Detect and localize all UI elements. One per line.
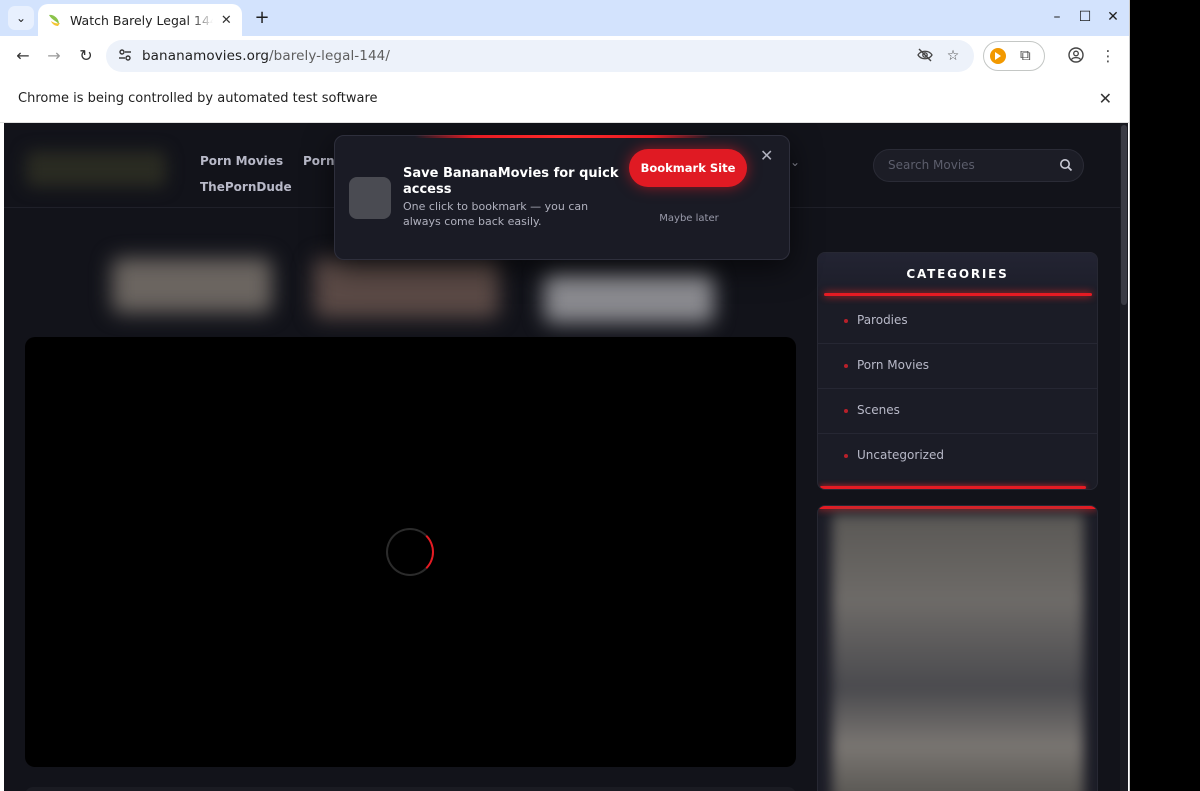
minimize-button[interactable]: – <box>1047 9 1067 25</box>
chevron-down-icon[interactable]: ⌄ <box>790 155 800 169</box>
bullet-icon <box>844 454 848 458</box>
tab-search-button[interactable]: ⌄ <box>8 6 34 30</box>
category-item-uncategorized[interactable]: Uncategorized <box>818 434 1097 479</box>
tab-close-icon[interactable]: ✕ <box>219 13 234 28</box>
bullet-icon <box>844 319 848 323</box>
category-item-parodies[interactable]: Parodies <box>818 299 1097 344</box>
blurred-ad-image[interactable] <box>832 514 1084 791</box>
loading-spinner-icon <box>386 528 434 576</box>
forward-arrow-icon[interactable]: → <box>43 45 65 67</box>
sidebar-ad[interactable] <box>817 505 1098 791</box>
accent-line <box>415 135 711 138</box>
tab-active[interactable]: Watch Barely Legal 144 P ✕ <box>38 4 242 36</box>
site-icon <box>349 177 391 219</box>
address-bar[interactable]: bananamovies.org/barely-legal-144/ ☆ <box>106 40 974 72</box>
accent-line <box>818 506 1097 509</box>
video-player[interactable] <box>25 337 796 767</box>
category-label: Scenes <box>857 403 900 417</box>
below-player-panel <box>25 787 796 791</box>
profile-icon[interactable] <box>1066 47 1086 67</box>
scrollbar[interactable] <box>1120 123 1128 791</box>
nav-porn[interactable]: Porn <box>303 154 335 168</box>
puzzle-icon[interactable]: ⧉ <box>1020 46 1031 64</box>
menu-kebab-icon[interactable]: ⋮ <box>1098 47 1118 65</box>
bullet-icon <box>844 409 848 413</box>
reload-icon[interactable]: ↻ <box>75 45 97 67</box>
close-icon[interactable]: ✕ <box>760 146 773 165</box>
infobar-message: Chrome is being controlled by automated … <box>18 91 378 106</box>
url-text: bananamovies.org/barely-legal-144/ <box>142 48 390 64</box>
search-box <box>873 149 1084 182</box>
tab-title: Watch Barely Legal 144 P <box>70 12 213 28</box>
site-logo[interactable] <box>26 151 166 187</box>
site-info-icon[interactable] <box>116 47 134 65</box>
eye-off-icon[interactable] <box>916 47 934 65</box>
bookmark-popup: Save BananaMovies for quick access One c… <box>334 135 790 260</box>
scrollbar-thumb[interactable] <box>1121 125 1127 305</box>
browser-toolbar: ← → ↻ bananamovies.org/barely-legal-144/… <box>0 36 1129 76</box>
popup-title: Save BananaMovies for quick access <box>403 166 619 197</box>
extensions-group: ⧉ <box>983 41 1045 71</box>
url-domain: bananamovies.org <box>142 48 270 64</box>
maybe-later-button[interactable]: Maybe later <box>639 206 739 232</box>
bookmark-site-button[interactable]: Bookmark Site <box>629 149 747 187</box>
maximize-button[interactable]: ☐ <box>1075 9 1095 25</box>
popup-subtitle: One click to bookmark — you can always c… <box>403 200 589 228</box>
category-item-scenes[interactable]: Scenes <box>818 389 1097 434</box>
categories-header: CATEGORIES <box>818 253 1097 296</box>
page-viewport: Porn Movies Porn ThePornDude ⌄ CATEGORIE… <box>4 123 1128 791</box>
search-icon[interactable] <box>1059 158 1073 172</box>
new-tab-button[interactable]: + <box>252 7 272 28</box>
back-arrow-icon[interactable]: ← <box>12 45 34 67</box>
banana-favicon-icon <box>46 12 62 28</box>
category-label: Uncategorized <box>857 448 944 462</box>
close-window-button[interactable]: ✕ <box>1103 9 1123 25</box>
url-path: /barely-legal-144/ <box>269 48 390 64</box>
infobar-close-icon[interactable]: ✕ <box>1099 89 1112 108</box>
accent-line <box>824 293 1092 296</box>
extension-icon[interactable] <box>990 48 1006 64</box>
bullet-icon <box>844 364 848 368</box>
blurred-banner-image[interactable] <box>314 258 499 318</box>
search-input[interactable] <box>888 158 1048 172</box>
nav-theporndude[interactable]: ThePornDude <box>200 180 292 194</box>
category-item-porn-movies[interactable]: Porn Movies <box>818 344 1097 389</box>
categories-title: CATEGORIES <box>906 267 1009 281</box>
tab-strip: ⌄ Watch Barely Legal 144 P ✕ + – ☐ ✕ <box>0 0 1129 36</box>
category-label: Porn Movies <box>857 358 930 372</box>
blurred-banner-image[interactable] <box>112 258 272 313</box>
bookmark-star-icon[interactable]: ☆ <box>944 47 962 65</box>
category-label: Parodies <box>857 313 908 327</box>
browser-window: ⌄ Watch Barely Legal 144 P ✕ + – ☐ ✕ ← →… <box>0 0 1130 791</box>
accent-line <box>820 486 1086 489</box>
nav-porn-movies[interactable]: Porn Movies <box>200 154 283 168</box>
blurred-banner-image[interactable] <box>544 273 714 323</box>
automation-infobar: Chrome is being controlled by automated … <box>0 76 1129 123</box>
categories-widget: CATEGORIES Parodies Porn Movies Scenes U… <box>817 252 1098 490</box>
